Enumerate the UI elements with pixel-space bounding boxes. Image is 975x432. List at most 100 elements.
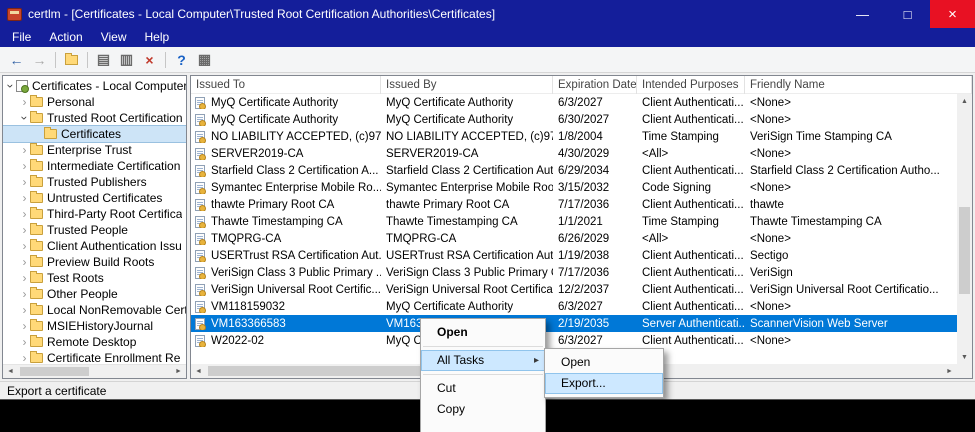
menu-action[interactable]: Action [40,29,91,47]
context-menu-item-open[interactable]: Open [421,322,545,343]
cell-issued-by: Thawte Timestamping CA [381,216,553,228]
tree-item-msiehistoryjournal[interactable]: ›MSIEHistoryJournal [3,318,186,334]
tree-item-certificates-local-computer[interactable]: ›Certificates - Local Computer [3,78,186,94]
console-tree-icon[interactable] [60,50,83,70]
back-icon[interactable]: ← [5,50,28,70]
menu-file[interactable]: File [3,29,40,47]
list-vertical-scrollbar[interactable]: ▲ ▼ [957,94,972,364]
table-row[interactable]: Symantec Enterprise Mobile Ro...Symantec… [191,179,957,196]
certificate-icon [195,165,205,177]
cell-friendly-name: VeriSign Universal Root Certificatio... [745,284,957,296]
tree-item-trusted-root-certification[interactable]: ›Trusted Root Certification [3,110,186,126]
table-row[interactable]: W2022-02MyQ Certificate Authority6/3/202… [191,332,957,349]
column-header-issued-to[interactable]: Issued To [191,76,381,94]
submenu-item-export[interactable]: Export... [545,373,663,394]
table-row[interactable]: Starfield Class 2 Certification A...Star… [191,162,957,179]
context-menu-item-copy[interactable]: Copy [421,399,545,420]
tree-item-remote-desktop[interactable]: ›Remote Desktop [3,334,186,350]
cell-issued-by: thawte Primary Root CA [381,199,553,211]
menu-view[interactable]: View [92,29,136,47]
tree-item-preview-build-roots[interactable]: ›Preview Build Roots [3,254,186,270]
issued-to-text: TMQPRG-CA [211,233,281,245]
context-menu-item-cut[interactable]: Cut [421,378,545,399]
tree-item-trusted-people[interactable]: ›Trusted People [3,222,186,238]
table-row[interactable]: VeriSign Universal Root Certific...VeriS… [191,281,957,298]
maximize-button[interactable]: □ [885,0,930,28]
tree-item-certificate-enrollment-re[interactable]: ›Certificate Enrollment Re [3,350,186,364]
table-row[interactable]: NO LIABILITY ACCEPTED, (c)97 ...NO LIABI… [191,128,957,145]
cell-expiration: 1/8/2004 [553,131,637,143]
certificate-icon [195,318,205,330]
tree-item-other-people[interactable]: ›Other People [3,286,186,302]
tree-item-certificates[interactable]: Certificates [3,126,186,142]
table-row[interactable]: TMQPRG-CATMQPRG-CA6/26/2029<All><None> [191,230,957,247]
scroll-right-icon[interactable]: ► [942,364,957,378]
copy-icon[interactable]: ▤ [92,50,115,70]
tree-item-personal[interactable]: ›Personal [3,94,186,110]
close-button[interactable]: × [930,0,975,28]
cell-friendly-name: Sectigo [745,250,957,262]
column-header-issued-by[interactable]: Issued By [381,76,553,94]
issued-to-text: MyQ Certificate Authority [211,114,338,126]
table-row[interactable]: VM163366583VM1633665832/19/2035Server Au… [191,315,957,332]
column-header-expiration-date[interactable]: Expiration Date [553,76,637,94]
chevron-collapsed-icon: › [19,337,30,347]
table-row[interactable]: MyQ Certificate AuthorityMyQ Certificate… [191,94,957,111]
tree-item-label: Enterprise Trust [47,143,132,157]
help-icon[interactable]: ? [170,50,193,70]
scroll-right-icon[interactable]: ► [171,365,186,378]
table-row[interactable]: MyQ Certificate AuthorityMyQ Certificate… [191,111,957,128]
forward-icon[interactable]: → [28,50,51,70]
tree-item-third-party-root-certifica[interactable]: ›Third-Party Root Certifica [3,206,186,222]
submenu-item-open[interactable]: Open [545,352,663,373]
export-list-icon[interactable]: ▦ [193,50,216,70]
menu-help[interactable]: Help [136,29,179,47]
cell-issued-by: VeriSign Universal Root Certificati... [381,284,553,296]
folder-icon [30,225,43,235]
table-row[interactable]: thawte Primary Root CAthawte Primary Roo… [191,196,957,213]
folder-icon [30,273,43,283]
column-header-intended-purposes[interactable]: Intended Purposes [637,76,745,94]
cell-issued-by: NO LIABILITY ACCEPTED, (c)97 Ve... [381,131,553,143]
tree-item-local-nonremovable-cert[interactable]: ›Local NonRemovable Cert [3,302,186,318]
issued-to-text: W2022-02 [211,335,264,347]
vertical-scroll-thumb[interactable] [959,207,970,293]
tree-item-test-roots[interactable]: ›Test Roots [3,270,186,286]
scroll-left-icon[interactable]: ◄ [3,365,18,378]
scroll-left-icon[interactable]: ◄ [191,364,206,378]
paste-icon[interactable]: ▥ [115,50,138,70]
menu-item-label: Open [561,355,590,369]
tree-item-client-authentication-issu[interactable]: ›Client Authentication Issu [3,238,186,254]
scroll-up-icon[interactable]: ▲ [957,94,972,108]
tree-item-intermediate-certification[interactable]: ›Intermediate Certification [3,158,186,174]
column-header-friendly-name[interactable]: Friendly Name [745,76,972,94]
folder-icon [30,257,43,267]
chevron-collapsed-icon: › [19,289,30,299]
delete-icon[interactable]: × [138,50,161,70]
minimize-button[interactable]: — [840,0,885,28]
table-row[interactable]: SERVER2019-CASERVER2019-CA4/30/2029<All>… [191,145,957,162]
tree-horizontal-scrollbar[interactable]: ◄ ► [3,364,186,378]
console-tree-panel: ›Certificates - Local Computer›Personal›… [2,75,187,379]
table-row[interactable]: VeriSign Class 3 Public Primary ...VeriS… [191,264,957,281]
tree-item-trusted-publishers[interactable]: ›Trusted Publishers [3,174,186,190]
scroll-down-icon[interactable]: ▼ [957,350,972,364]
tree-item-enterprise-trust[interactable]: ›Enterprise Trust [3,142,186,158]
context-menu-item-all-tasks[interactable]: All Tasks▸ [421,350,545,371]
cell-issued-to: MyQ Certificate Authority [191,97,381,109]
cell-friendly-name: <None> [745,335,957,347]
issued-to-text: Thawte Timestamping CA [211,216,343,228]
menu-bar: FileActionViewHelp [0,28,975,47]
table-row[interactable]: VM118159032MyQ Certificate Authority6/3/… [191,298,957,315]
tree-item-label: Client Authentication Issu [47,239,182,253]
tree-item-label: Personal [47,95,94,109]
tree-scroll-thumb[interactable] [20,367,89,376]
tree-scroll-track[interactable] [18,365,171,378]
certificate-icon [195,131,205,143]
folder-icon [30,209,43,219]
tree-item-untrusted-certificates[interactable]: ›Untrusted Certificates [3,190,186,206]
cell-purposes: Server Authenticati... [637,318,745,330]
table-row[interactable]: USERTrust RSA Certification Aut...USERTr… [191,247,957,264]
cell-purposes: Client Authenticati... [637,250,745,262]
table-row[interactable]: Thawte Timestamping CA Thawte Timestampin… [191,213,957,230]
